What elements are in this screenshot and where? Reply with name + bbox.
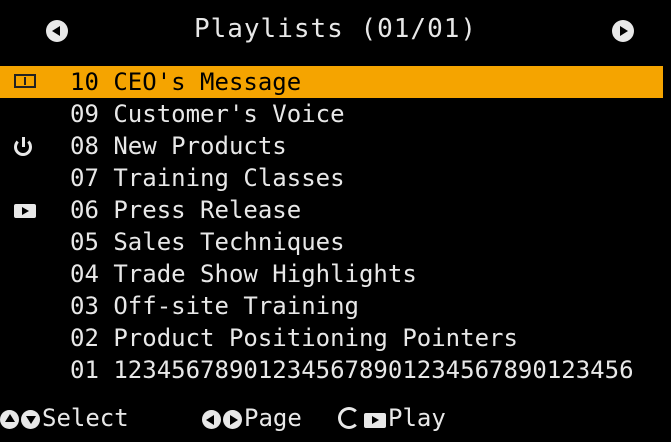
page-hint: Page	[202, 398, 302, 438]
down-arrow-icon	[21, 410, 40, 429]
header-bar: Playlists (01/01)	[0, 0, 671, 64]
play-rect-icon	[14, 204, 36, 218]
left-arrow-icon	[202, 410, 221, 429]
playlist-item-09[interactable]: 09 Customer's Voice	[0, 98, 671, 130]
page-title: Playlists (01/01)	[193, 14, 478, 44]
playlist-item-06[interactable]: 06 Press Release	[0, 194, 671, 226]
playlist-item-label: 08 New Products	[70, 132, 287, 160]
select-hint-label: Select	[42, 404, 129, 432]
play-hint: Play	[338, 398, 446, 438]
playlist-item-label: 04 Trade Show Highlights	[70, 260, 417, 288]
next-page-icon[interactable]	[612, 20, 634, 42]
playlist-item-10[interactable]: 10 CEO's Message	[0, 66, 663, 98]
playlist-item-label: 02 Product Positioning Pointers	[70, 324, 518, 352]
playlist-item-label: 03 Off-site Training	[70, 292, 359, 320]
playlist-item-03[interactable]: 03 Off-site Training	[0, 290, 671, 322]
select-hint: Select	[0, 398, 129, 438]
playlist-item-label: 07 Training Classes	[70, 164, 345, 192]
footer-hints: Select Page Play	[0, 398, 671, 438]
playlist-item-label: 05 Sales Techniques	[70, 228, 345, 256]
playlist-list: 10 CEO's Message 09 Customer's Voice 08 …	[0, 66, 671, 386]
power-icon	[14, 137, 32, 156]
film-icon	[14, 74, 36, 88]
up-arrow-icon	[0, 410, 19, 429]
play-button-icon	[364, 413, 386, 428]
playlist-item-label: 01 123456789012345678901234567890123456	[70, 356, 634, 384]
playlist-item-08[interactable]: 08 New Products	[0, 130, 671, 162]
playlist-item-01[interactable]: 01 123456789012345678901234567890123456	[0, 354, 671, 386]
right-arrow-icon	[223, 410, 242, 429]
playlist-item-label: 10 CEO's Message	[70, 68, 302, 96]
page-hint-label: Page	[244, 404, 302, 432]
playlist-item-label: 09 Customer's Voice	[70, 100, 345, 128]
playlist-item-label: 06 Press Release	[70, 196, 302, 224]
playlist-item-04[interactable]: 04 Trade Show Highlights	[0, 258, 671, 290]
rotate-icon	[338, 407, 360, 429]
play-hint-label: Play	[388, 404, 446, 432]
playlist-item-05[interactable]: 05 Sales Techniques	[0, 226, 671, 258]
playlist-item-02[interactable]: 02 Product Positioning Pointers	[0, 322, 671, 354]
playlist-item-07[interactable]: 07 Training Classes	[0, 162, 671, 194]
